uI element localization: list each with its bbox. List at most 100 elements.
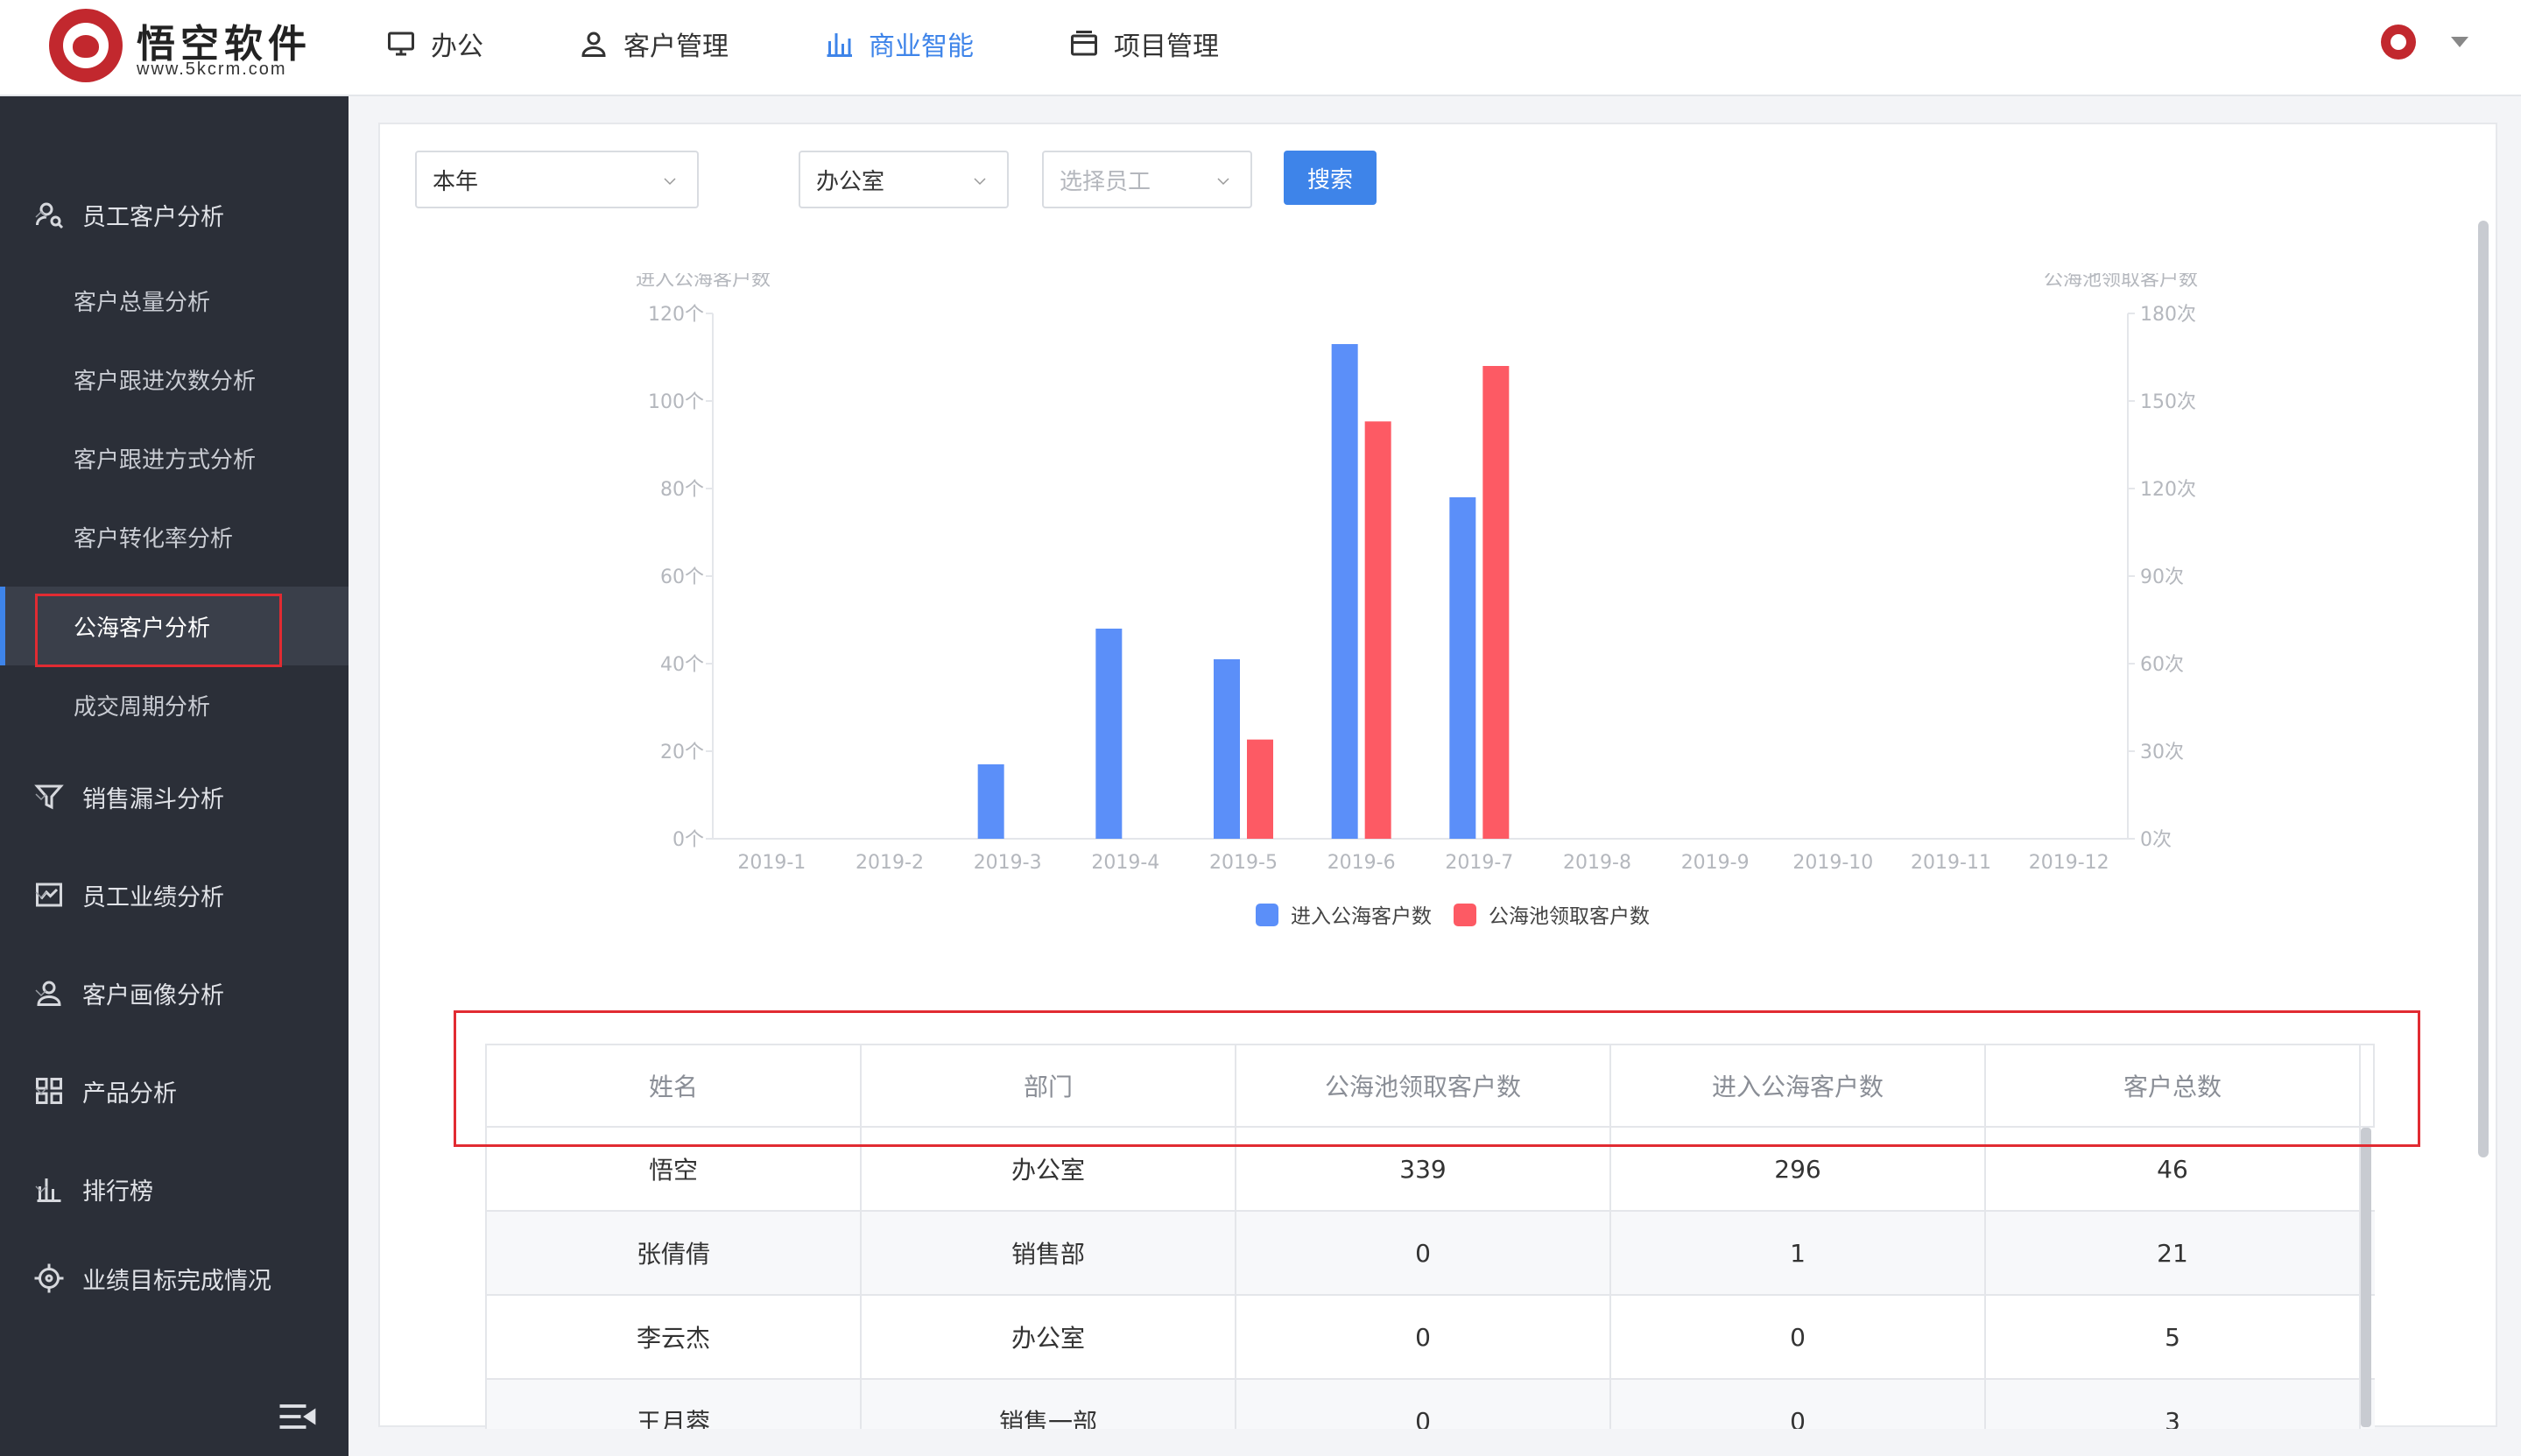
y2-tick-label: 90次: [2140, 566, 2184, 588]
sidebar-item-label: 成交周期分析: [74, 693, 211, 721]
period-select-value: 本年: [433, 168, 479, 195]
sidebar-item-conversion-rate[interactable]: 客户转化率分析: [0, 497, 349, 576]
main-nav: 办公 客户管理 商业智能 项目管理: [385, 0, 1313, 96]
cell-entered-pool: 0: [1611, 1296, 1986, 1378]
nav-project-management[interactable]: 项目管理: [1068, 0, 1219, 88]
y-tick-label: 100个: [648, 391, 704, 413]
bar-entered-pool: [1095, 629, 1123, 839]
table-body: 悟空 办公室 339 296 46 张倩倩 销售部 0 1 21 李云杰 办公室…: [485, 1128, 2375, 1429]
sidebar-item-followup-method[interactable]: 客户跟进方式分析: [0, 419, 349, 497]
cell-department: 销售一部: [862, 1380, 1236, 1429]
x-tick-label: 2019-5: [1209, 852, 1278, 874]
x-tick-label: 2019-12: [2029, 852, 2109, 874]
y-tick-label: 0个: [673, 829, 704, 851]
sidebar-item-customer-total[interactable]: 客户总量分析: [0, 261, 349, 340]
highlight-box-sidebar: [35, 594, 282, 667]
chevron-down-icon: [974, 178, 986, 186]
department-select[interactable]: 办公室: [799, 151, 1009, 208]
nav-office[interactable]: 办公: [385, 0, 483, 88]
nav-customer-management[interactable]: 客户管理: [578, 0, 729, 88]
sidebar-group-employee-customer[interactable]: 员工客户分析: [0, 184, 349, 245]
bar-pool-claimed: [1482, 366, 1510, 839]
employee-select-placeholder: 选择员工: [1060, 168, 1151, 195]
period-select[interactable]: 本年: [415, 151, 699, 208]
x-tick-label: 2019-8: [1563, 852, 1631, 874]
user-icon: [581, 32, 606, 57]
cell-pool-claimed: 0: [1236, 1296, 1611, 1378]
logo-subtitle: www.5kcrm.com: [137, 60, 287, 79]
chevron-up-icon: [35, 210, 47, 218]
x-tick-label: 2019-10: [1792, 852, 1873, 874]
chevron-down-icon[interactable]: [2451, 37, 2468, 47]
y-tick-label: 60个: [660, 566, 704, 588]
panel-scrollbar[interactable]: [2476, 221, 2490, 1420]
x-tick-label: 2019-2: [856, 852, 924, 874]
avatar[interactable]: [2381, 25, 2416, 60]
nav-business-intelligence[interactable]: 商业智能: [823, 0, 974, 88]
y2-tick-label: 30次: [2140, 742, 2184, 763]
y-tick-label: 20个: [660, 742, 704, 763]
chevron-down-icon: [664, 178, 676, 186]
y2-tick-label: 150次: [2140, 391, 2196, 413]
y-tick-label: 120个: [648, 304, 704, 326]
search-button[interactable]: 搜索: [1284, 151, 1377, 205]
sidebar-group-label: 员工业绩分析: [82, 883, 224, 911]
panel-scrollbar-thumb[interactable]: [2478, 221, 2489, 1157]
top-bar: 悟空软件 www.5kcrm.com 办公 客户管理 商业智能 项目管理: [0, 0, 2521, 96]
chevron-down-icon: [35, 1185, 47, 1193]
table-row[interactable]: 张倩倩 销售部 0 1 21: [485, 1212, 2375, 1296]
bar-pool-claimed: [1247, 739, 1273, 839]
cell-customer-total: 21: [1986, 1212, 2361, 1294]
bar-chart: 进入公海客户数 公海池领取客户数 0个 20个 40个 60个 80个 100个 120个 0次 3…: [380, 269, 2499, 1079]
cell-pool-claimed: 0: [1236, 1380, 1611, 1429]
sidebar-group-label: 业绩目标完成情况: [82, 1267, 271, 1295]
nav-project-management-label: 项目管理: [1114, 32, 1219, 62]
sidebar-item-label: 客户跟进方式分析: [74, 447, 257, 474]
employee-select[interactable]: 选择员工: [1042, 151, 1252, 208]
sidebar-group-employee-performance[interactable]: 员工业绩分析: [0, 864, 349, 925]
y-tick-label: 80个: [660, 479, 704, 501]
sidebar-group-performance-target[interactable]: 业绩目标完成情况: [0, 1248, 349, 1309]
cell-department: 销售部: [862, 1212, 1236, 1294]
table-row[interactable]: 李云杰 办公室 0 0 5: [485, 1296, 2375, 1380]
sidebar-group-product[interactable]: 产品分析: [0, 1060, 349, 1122]
sidebar-group-sales-funnel[interactable]: 销售漏斗分析: [0, 766, 349, 827]
x-tick-label: 2019-9: [1681, 852, 1750, 874]
y2-tick-label: 120次: [2140, 479, 2196, 501]
x-tick-label: 2019-7: [1445, 852, 1513, 874]
y2-tick-label: 180次: [2140, 304, 2196, 326]
sidebar-item-label: 客户总量分析: [74, 289, 211, 316]
nav-office-label: 办公: [431, 32, 483, 62]
sidebar-item-label: 客户转化率分析: [74, 525, 234, 552]
sidebar-group-ranking[interactable]: 排行榜: [0, 1158, 349, 1220]
sidebar-item-deal-cycle[interactable]: 成交周期分析: [0, 665, 349, 744]
cell-customer-total: 3: [1986, 1380, 2361, 1429]
cell-name: 张倩倩: [487, 1212, 862, 1294]
x-tick-label: 2019-1: [737, 852, 806, 874]
sidebar-group-customer-portrait[interactable]: 客户画像分析: [0, 962, 349, 1023]
legend-swatch-entered-pool: [1256, 904, 1278, 926]
chevron-down-icon: [35, 989, 47, 997]
logo[interactable]: 悟空软件 www.5kcrm.com: [49, 9, 338, 89]
cell-pool-claimed: 0: [1236, 1212, 1611, 1294]
user-menu[interactable]: [2381, 25, 2468, 60]
legend-label-pool-claimed: 公海池领取客户数: [1489, 905, 1650, 928]
sidebar-item-followup-count[interactable]: 客户跟进次数分析: [0, 340, 349, 419]
chevron-down-icon: [35, 793, 47, 801]
legend-swatch-pool-claimed: [1454, 904, 1476, 926]
table-scrollbar[interactable]: [2361, 1128, 2371, 1427]
table-row[interactable]: 王月蓉 销售一部 0 0 3: [485, 1380, 2375, 1429]
sidebar-group-label: 排行榜: [82, 1178, 153, 1206]
y2-axis-title: 公海池领取客户数: [2044, 273, 2198, 291]
bar-entered-pool: [977, 764, 1004, 839]
department-select-value: 办公室: [816, 168, 885, 195]
collapse-menu-icon[interactable]: [277, 1401, 317, 1432]
sidebar-group-label: 员工客户分析: [82, 203, 224, 231]
cell-name: 王月蓉: [487, 1380, 862, 1429]
cell-name: 李云杰: [487, 1296, 862, 1378]
y-axis-title: 进入公海客户数: [636, 273, 771, 291]
bar-entered-pool: [1331, 344, 1358, 839]
x-tick-label: 2019-11: [1911, 852, 1991, 874]
cell-entered-pool: 1: [1611, 1212, 1986, 1294]
x-tick-label: 2019-6: [1327, 852, 1396, 874]
